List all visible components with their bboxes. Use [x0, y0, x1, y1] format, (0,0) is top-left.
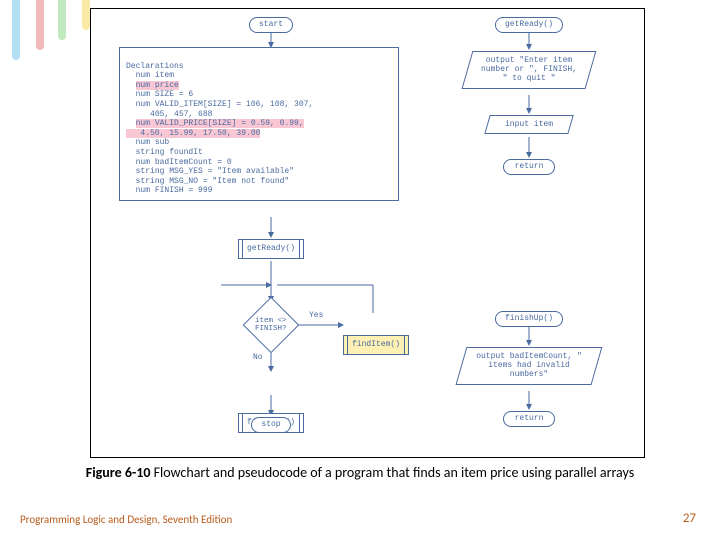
input-item: input item — [487, 115, 571, 134]
decision-text: item <> FINISH? — [252, 317, 290, 334]
figure-caption: Figure 6-10 Flowchart and pseudocode of … — [0, 464, 720, 481]
decl-line: string MSG_YES = "Item available" — [136, 167, 294, 176]
getready-header: getReady() — [495, 17, 563, 33]
decl-line: num SIZE = 6 — [136, 90, 194, 99]
decl-line: num VALID_ITEM[SIZE] = 106, 108, 307, — [136, 100, 314, 109]
declarations-box: Declarations num item num price num SIZE… — [119, 47, 399, 201]
output-text: output "Enter item number or ", FINISH, … — [478, 56, 580, 84]
footer-page-number: 27 — [683, 511, 696, 526]
finditem-call: findItem() — [343, 335, 409, 355]
input-text: input item — [498, 120, 560, 129]
decl-line: num FINISH = 999 — [136, 186, 213, 195]
output-baditems-text: output badItemCount, " items had invalid… — [472, 352, 586, 380]
getready-call: getReady() — [238, 239, 304, 259]
decl-line: string MSG_NO = "Item not found" — [136, 177, 290, 186]
return-top: return — [503, 159, 555, 175]
label-yes: Yes — [309, 311, 323, 320]
return-bottom: return — [503, 411, 555, 427]
decl-line: num badItemCount = 0 — [136, 158, 232, 167]
decl-line: num sub — [136, 138, 170, 147]
decl-line: 405, 457, 688 — [136, 110, 213, 119]
decl-header: Declarations — [126, 62, 184, 71]
flowchart-container: start Declarations num item num price nu… — [90, 8, 645, 458]
output-baditems: output badItemCount, " items had invalid… — [461, 347, 597, 385]
stop-terminal: stop — [251, 417, 291, 433]
finishup-header: finishUp() — [495, 311, 563, 327]
decl-line: string foundIt — [136, 148, 203, 157]
start-terminal: start — [249, 17, 293, 33]
label-no: No — [253, 353, 263, 362]
output-enter-item: output "Enter item number or ", FINISH, … — [467, 51, 591, 89]
decl-line: num item — [136, 71, 174, 80]
decision-item-finish: item <> FINISH? — [243, 297, 300, 354]
decl-line-price: num price — [136, 81, 179, 90]
decl-line-validprice: num VALID_PRICE[SIZE] = 0.59, 0.99, — [136, 119, 304, 128]
caption-bold: Figure 6-10 — [86, 464, 151, 481]
footer-book-title: Programming Logic and Design, Seventh Ed… — [20, 513, 232, 526]
caption-rest: Flowchart and pseudocode of a program th… — [150, 464, 634, 481]
decl-line-validprice2: 4.50, 15.99, 17.50, 39.00 — [126, 129, 260, 138]
